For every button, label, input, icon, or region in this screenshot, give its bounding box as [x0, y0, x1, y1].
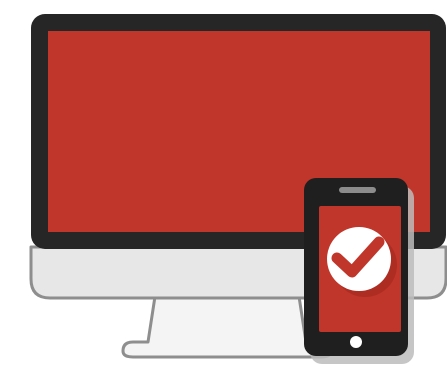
- monitor-stand: [121, 288, 333, 359]
- checkmark-icon: [327, 227, 391, 291]
- illustration: [0, 0, 447, 368]
- phone-speaker: [339, 187, 376, 193]
- devices-illustration: [29, 14, 447, 364]
- phone-home-button: [350, 336, 362, 348]
